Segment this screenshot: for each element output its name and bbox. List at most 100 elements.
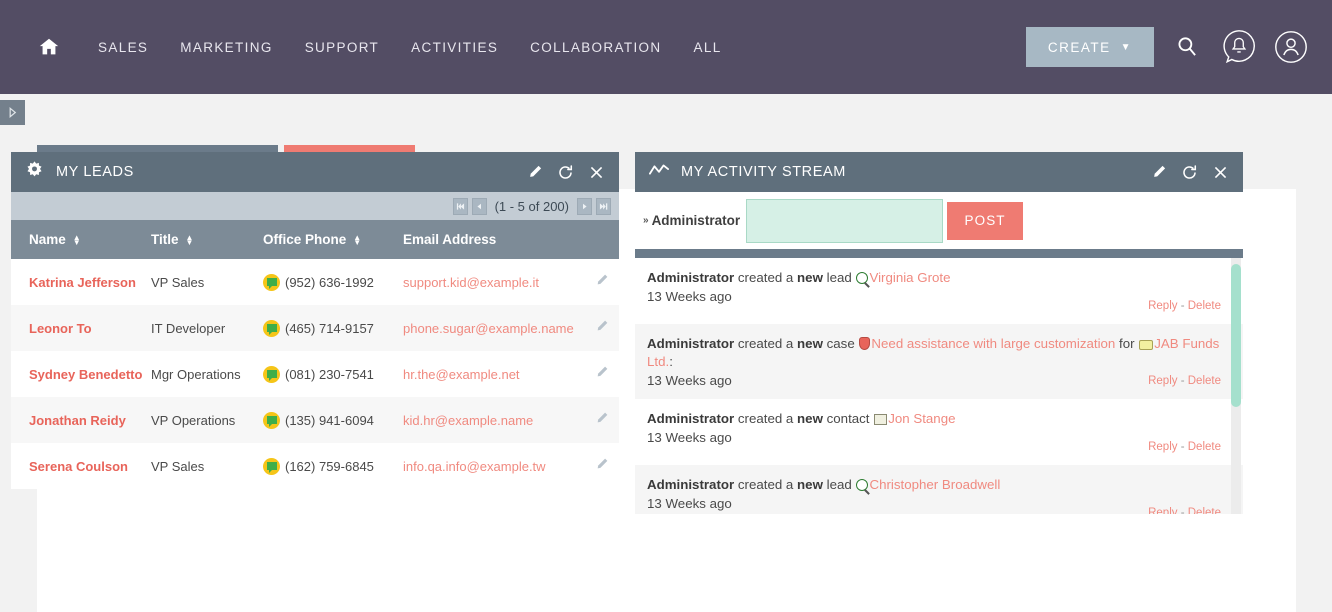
nav-item-all[interactable]: ALL <box>678 32 738 63</box>
column-header-office-phone-label: Office Phone <box>263 232 347 247</box>
lead-icon <box>856 272 869 284</box>
nav-item-sales[interactable]: SALES <box>82 32 164 63</box>
sort-arrows-icon: ▲ ▼ <box>185 232 194 247</box>
post-message-input[interactable] <box>746 198 944 243</box>
activity-stream-scrollbar[interactable] <box>1231 258 1241 514</box>
phone-chat-icon[interactable] <box>263 457 280 475</box>
close-icon[interactable] <box>588 164 605 181</box>
activity-highlight: new <box>797 410 823 426</box>
lead-name-link[interactable]: Leonor To <box>29 321 92 336</box>
post-button[interactable]: POST <box>947 201 1024 240</box>
top-navigation-bar: SALES MARKETING SUPPORT ACTIVITIES COLLA… <box>0 0 1332 94</box>
chevron-double-down-icon: » <box>643 215 649 226</box>
my-leads-dashlet: MY LEADS (1 - 5 of 200) Name ▲ ▼ Title ▲… <box>11 152 619 514</box>
lead-phone: (465) 714-9157 <box>285 320 374 336</box>
lead-name-link[interactable]: Jonathan Reidy <box>29 413 126 428</box>
reply-link[interactable]: Reply <box>1148 300 1177 312</box>
activity-actor: Administrator <box>647 476 735 492</box>
contact-icon <box>874 413 888 425</box>
list-item: Administrator created a new lead Virgini… <box>635 258 1243 324</box>
phone-chat-icon[interactable] <box>263 273 280 291</box>
row-edit-pencil-icon[interactable] <box>594 411 609 426</box>
nav-item-activities[interactable]: ACTIVITIES <box>395 32 514 63</box>
activity-record-link[interactable]: Jon Stange <box>888 411 955 426</box>
delete-link[interactable]: Delete <box>1188 300 1221 312</box>
expand-sidebar-icon[interactable] <box>0 100 25 125</box>
row-edit-pencil-icon[interactable] <box>594 273 609 288</box>
pencil-icon[interactable] <box>1150 164 1167 181</box>
activity-highlight: new <box>797 270 823 285</box>
activity-post-row: » Administrator POST <box>635 192 1243 249</box>
reply-link[interactable]: Reply <box>1148 441 1177 453</box>
column-header-title[interactable]: Title ▲ ▼ <box>151 220 263 259</box>
lead-name-link[interactable]: Sydney Benedetto <box>29 367 142 382</box>
create-button-label: CREATE <box>1047 39 1111 55</box>
pagination-prev-button[interactable] <box>471 197 487 215</box>
lead-name-link[interactable]: Serena Coulson <box>29 459 128 474</box>
activity-record-link[interactable]: Christopher Broadwell <box>869 477 1000 492</box>
column-header-name[interactable]: Name ▲ ▼ <box>11 220 151 259</box>
home-icon[interactable] <box>36 34 62 60</box>
lead-email-link[interactable]: hr.the@example.net <box>403 367 520 382</box>
row-edit-pencil-icon[interactable] <box>594 319 609 334</box>
top-bar-right-controls: CREATE ▼ <box>1025 0 1310 94</box>
row-edit-pencil-icon[interactable] <box>594 365 609 380</box>
delete-link[interactable]: Delete <box>1188 441 1221 453</box>
lead-phone: (135) 941-6094 <box>285 412 374 428</box>
pagination-first-button[interactable] <box>452 197 468 215</box>
list-item: Administrator created a new lead Christo… <box>635 464 1243 514</box>
nav-item-marketing[interactable]: MARKETING <box>164 32 288 63</box>
create-button[interactable]: CREATE ▼ <box>1025 27 1154 67</box>
gear-icon[interactable] <box>25 160 44 184</box>
table-row[interactable]: Leonor To IT Developer (465) 714-9157 ph… <box>11 305 619 351</box>
nav-item-support[interactable]: SUPPORT <box>289 32 395 63</box>
delete-link[interactable]: Delete <box>1188 375 1221 387</box>
sort-arrows-icon: ▲ ▼ <box>353 232 362 247</box>
scrollbar-thumb[interactable] <box>1231 264 1241 407</box>
nav-item-collaboration[interactable]: COLLABORATION <box>514 32 677 63</box>
lead-email-link[interactable]: kid.hr@example.name <box>403 413 533 428</box>
table-row[interactable]: Katrina Jefferson VP Sales (952) 636-199… <box>11 259 619 305</box>
delete-link[interactable]: Delete <box>1188 507 1221 514</box>
table-row[interactable]: Sydney Benedetto Mgr Operations (081) 23… <box>11 351 619 397</box>
pagination-last-button[interactable] <box>596 197 611 215</box>
lead-email-link[interactable]: support.kid@example.it <box>403 275 539 290</box>
refresh-icon[interactable] <box>1181 164 1198 181</box>
phone-chat-icon[interactable] <box>263 319 280 337</box>
lead-name-link[interactable]: Katrina Jefferson <box>29 275 136 290</box>
row-edit-pencil-icon[interactable] <box>594 457 609 472</box>
phone-chat-icon[interactable] <box>263 365 280 383</box>
search-icon[interactable] <box>1168 28 1206 66</box>
activity-record-link[interactable]: Virginia Grote <box>869 270 950 285</box>
action-separator: - <box>1180 374 1185 387</box>
close-icon[interactable] <box>1212 164 1229 181</box>
activity-actor: Administrator <box>647 336 735 351</box>
activity-record-link[interactable]: Need assistance with large customization <box>871 336 1115 351</box>
refresh-icon[interactable] <box>557 164 574 181</box>
phone-chat-icon[interactable] <box>263 411 280 429</box>
lead-phone: (081) 230-7541 <box>285 366 374 382</box>
activity-record-type: case <box>826 336 855 351</box>
action-separator: - <box>1180 506 1185 514</box>
activity-verb: created a <box>737 410 794 426</box>
activity-suffix: : <box>669 353 673 369</box>
reply-link[interactable]: Reply <box>1148 507 1177 514</box>
lead-email-link[interactable]: info.qa.info@example.tw <box>403 459 546 474</box>
post-author-selector[interactable]: » Administrator <box>643 213 740 228</box>
activity-for-label: for <box>1119 336 1135 351</box>
table-row[interactable]: Serena Coulson VP Sales (162) 759-6845 i… <box>11 443 619 489</box>
reply-link[interactable]: Reply <box>1148 375 1177 387</box>
activity-timestamp: 13 Weeks ago <box>647 495 732 511</box>
column-header-email-address-label: Email Address <box>403 232 497 247</box>
activity-text: Administrator created a new case Need as… <box>647 335 1229 371</box>
table-row[interactable]: Jonathan Reidy VP Operations (135) 941-6… <box>11 397 619 443</box>
activity-chart-icon[interactable] <box>649 162 669 183</box>
column-header-office-phone[interactable]: Office Phone ▲ ▼ <box>263 220 403 259</box>
notification-bell-icon[interactable] <box>1220 28 1258 66</box>
user-avatar-icon[interactable] <box>1272 28 1310 66</box>
pagination-next-button[interactable] <box>577 197 592 215</box>
lead-email-link[interactable]: phone.sugar@example.name <box>403 321 574 336</box>
pencil-icon[interactable] <box>526 164 543 181</box>
column-header-email-address[interactable]: Email Address <box>403 220 583 259</box>
page-body: SUITECRM DASHBOARD ACTIONS ▼ MY LEADS <box>0 94 1332 612</box>
